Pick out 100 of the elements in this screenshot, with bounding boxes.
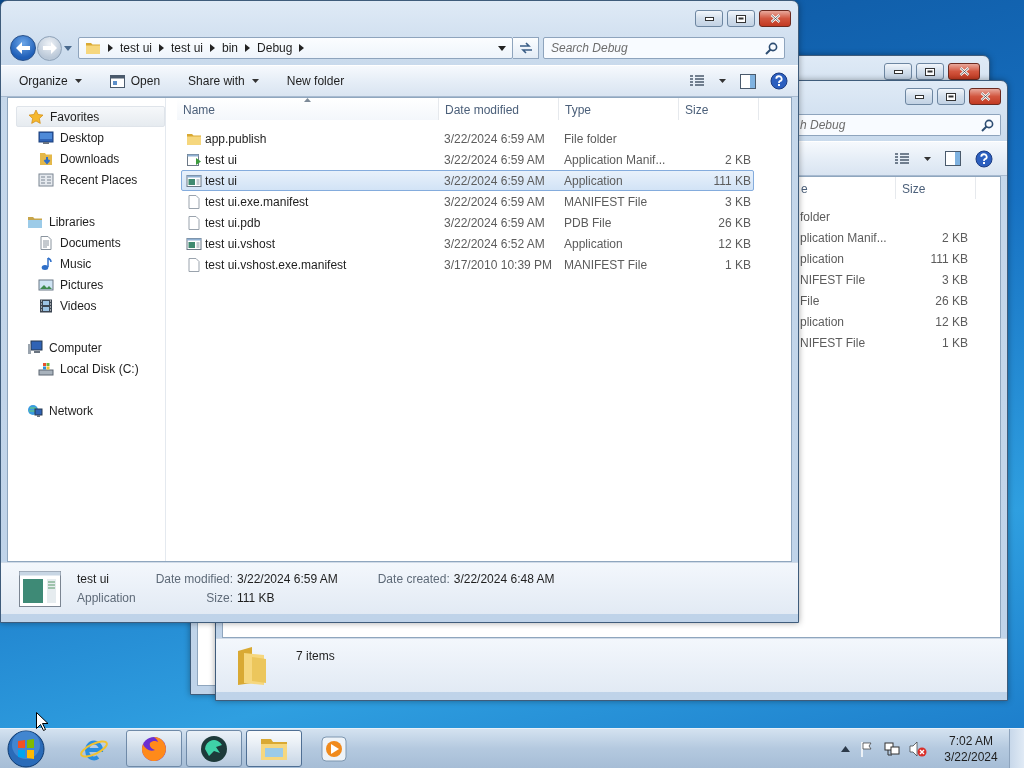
taskbar-button[interactable] (186, 730, 242, 767)
application-icon (186, 172, 202, 189)
nav-item[interactable]: Network (16, 400, 165, 421)
maximize-button[interactable] (937, 88, 965, 105)
minimize-icon (914, 94, 924, 99)
minimize-button[interactable] (884, 63, 912, 80)
type-cell-text: plication Manif... (800, 230, 888, 245)
breadcrumb-link[interactable]: bin (222, 41, 239, 55)
menu-button[interactable]: Share with (188, 69, 259, 93)
toolbar-button[interactable]: Open (109, 69, 161, 93)
nav-item[interactable]: Pictures (16, 274, 165, 295)
file-row[interactable]: test ui.vshost 3/22/2024 6:52 AM Application 12 KB (181, 233, 754, 254)
application-icon (186, 235, 202, 252)
file-name: test ui (205, 152, 237, 167)
nav-item[interactable]: Music (16, 253, 165, 274)
caret-icon (498, 45, 506, 51)
help-icon (770, 72, 788, 90)
close-button[interactable] (759, 10, 791, 27)
file-type: Application (77, 591, 137, 605)
maximize-button[interactable] (727, 10, 755, 27)
nav-item[interactable]: Computer (16, 337, 165, 358)
column-header[interactable]: Size (896, 177, 976, 199)
clock[interactable]: 7:02 AM 3/22/2024 (943, 732, 999, 765)
column-header[interactable]: Date modified (439, 98, 559, 120)
folder-icon (85, 40, 101, 56)
close-button[interactable] (948, 63, 980, 80)
item-count: 7 items (296, 649, 335, 663)
volume-muted-icon[interactable] (909, 740, 927, 757)
file-name: test ui (205, 173, 237, 188)
date-cell-text: 3/22/2024 6:59 AM (443, 215, 546, 230)
search-field[interactable]: Search Debug (543, 37, 785, 59)
minimize-button[interactable] (905, 88, 933, 105)
desktop-icon (38, 129, 54, 146)
caret-icon (924, 156, 931, 161)
taskbar-button[interactable] (126, 730, 182, 767)
file-row[interactable]: test ui.pdb 3/22/2024 6:59 AM PDB File 26 KB (181, 212, 754, 233)
column-header[interactable]: Name (177, 98, 439, 120)
address-bar[interactable]: test ui test ui bin Debug (78, 37, 513, 59)
type-cell-text: File (800, 293, 821, 308)
file-row[interactable]: test ui.exe.manifest 3/22/2024 6:59 AM MANIFEST File 3 KB (181, 191, 754, 212)
search-placeholder: h Debug (800, 118, 846, 132)
size-cell-text: 3 KB (724, 194, 752, 209)
column-header[interactable]: Type (559, 98, 679, 120)
size-cell-text: 1 KB (724, 257, 752, 272)
size-cell-text: 26 KB (717, 215, 752, 230)
field-value: 3/22/2024 6:48 AM (453, 572, 555, 586)
refresh-button[interactable] (513, 37, 539, 59)
nav-item[interactable]: Videos (16, 295, 165, 316)
nav-item[interactable]: Favorites (16, 106, 165, 127)
mouse-cursor-icon (36, 712, 48, 731)
taskbar-button[interactable] (246, 730, 302, 767)
help-button[interactable] (770, 69, 788, 93)
type-cell-text: plication (800, 251, 846, 266)
flag-icon[interactable] (859, 740, 875, 757)
network-icon (27, 402, 43, 419)
type-cell-text: NIFEST File (800, 272, 867, 287)
close-button[interactable] (969, 88, 1001, 105)
file-row[interactable]: test ui.vshost.exe.manifest 3/17/2010 10:39 PM MANIFEST File 1 KB (181, 254, 754, 275)
file-name: app.publish (205, 131, 267, 146)
caret-icon (64, 45, 72, 51)
toolbar-button[interactable]: New folder (286, 69, 345, 93)
size-cell-text: 12 KB (717, 236, 752, 251)
file-name: test ui (77, 572, 110, 586)
search-field[interactable]: h Debug (799, 114, 1001, 136)
breadcrumb-link[interactable]: Debug (257, 41, 293, 55)
minimize-icon (704, 16, 714, 21)
view-list-icon (689, 75, 705, 87)
nav-item[interactable]: Recent Places (16, 169, 165, 190)
type-cell-text: MANIFEST File (563, 194, 649, 209)
breadcrumb-link[interactable]: test ui (120, 41, 152, 55)
network-icon[interactable] (884, 740, 900, 757)
file-row[interactable]: test ui 3/22/2024 6:59 AM Application Manif... 2 KB (181, 149, 754, 170)
type-cell-text: NIFEST File (800, 335, 867, 350)
field-label: Date modified: (155, 572, 233, 586)
date-cell-text: 3/22/2024 6:59 AM (443, 194, 546, 209)
back-button[interactable] (10, 35, 36, 61)
maximize-button[interactable] (916, 63, 944, 80)
nav-item[interactable]: Libraries (16, 211, 165, 232)
menu-button[interactable]: Organize (19, 69, 82, 93)
size-cell-text: 3 KB (941, 272, 968, 287)
selected-row[interactable]: test ui 3/22/2024 6:59 AM Application 111 KB (181, 170, 754, 191)
minimize-button[interactable] (695, 10, 723, 27)
file-icon (186, 256, 202, 273)
start-button[interactable] (4, 728, 48, 768)
windows-logo-icon (6, 728, 46, 768)
nav-item[interactable]: Desktop (16, 127, 165, 148)
minimize-icon (893, 69, 903, 74)
column-header[interactable]: Size (679, 98, 759, 120)
application-thumbnail-icon (19, 570, 61, 607)
search-icon (765, 41, 778, 55)
column-header[interactable]: e (800, 177, 896, 199)
caret-icon (74, 79, 82, 83)
breadcrumb-link[interactable]: test ui (171, 41, 204, 55)
size-cell-text: 12 KB (934, 314, 968, 329)
nav-item[interactable]: Local Disk (C:) (16, 358, 165, 379)
file-row[interactable]: app.publish 3/22/2024 6:59 AM File folder (181, 128, 754, 149)
nav-item[interactable]: Downloads (16, 148, 165, 169)
size-cell-text: 111 KB (929, 251, 968, 266)
date-cell-text: 3/22/2024 6:59 AM (443, 131, 546, 146)
nav-item[interactable]: Documents (16, 232, 165, 253)
